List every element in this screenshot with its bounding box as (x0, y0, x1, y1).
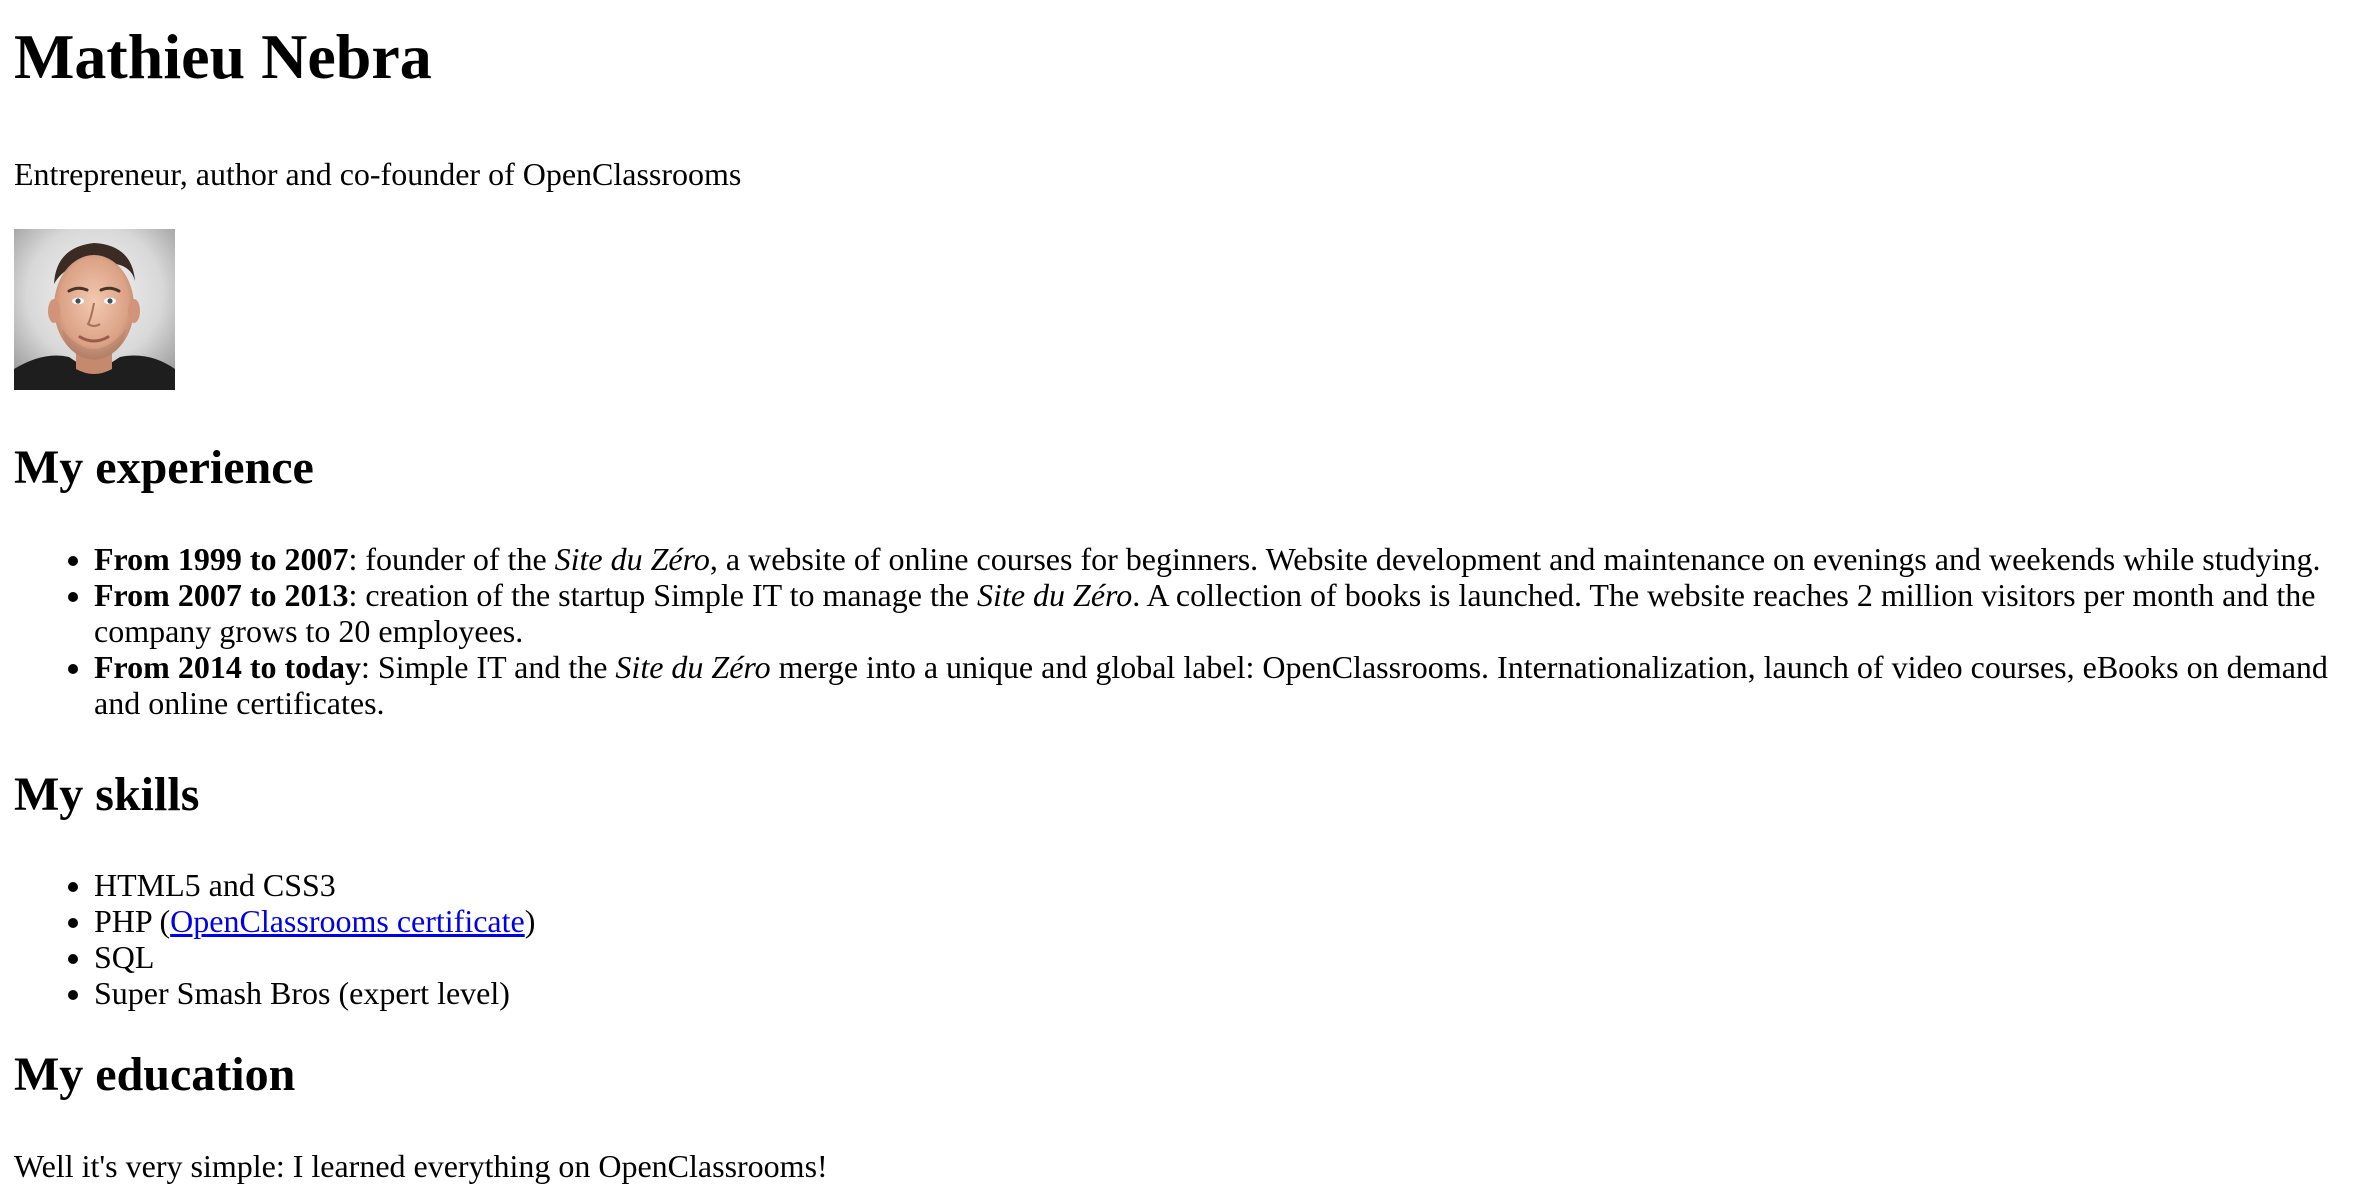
portrait-icon (14, 229, 175, 390)
skill-text: ) (524, 903, 536, 939)
skills-heading: My skills (14, 768, 200, 821)
certificate-link[interactable]: OpenClassrooms certificate (170, 903, 525, 939)
experience-text: : founder of the (348, 541, 555, 577)
experience-period: From 2007 to 2013 (94, 577, 349, 613)
skill-text: PHP ( (94, 903, 171, 939)
page: Mathieu Nebra Entrepreneur, author and c… (0, 20, 2360, 1184)
profile-photo (14, 229, 175, 390)
list-item: PHP (OpenClassrooms certificate) (94, 903, 2346, 939)
list-item: From 2014 to today: Simple IT and the Si… (94, 649, 2346, 721)
list-item: Super Smash Bros (expert level) (94, 975, 2346, 1011)
experience-period: From 2014 to today (94, 649, 361, 685)
site-name: Site du Zéro (554, 541, 710, 577)
experience-heading: My experience (14, 441, 314, 494)
education-heading: My education (14, 1048, 296, 1101)
experience-text: : creation of the startup Simple IT to m… (348, 577, 978, 613)
site-name: Site du Zéro (615, 649, 771, 685)
experience-period: From 1999 to 2007 (94, 541, 349, 577)
site-name: Site du Zéro (977, 577, 1133, 613)
experience-list: From 1999 to 2007: founder of the Site d… (14, 541, 2346, 721)
experience-text: : Simple IT and the (360, 649, 616, 685)
tagline: Entrepreneur, author and co-founder of O… (14, 156, 742, 192)
list-item: From 2007 to 2013: creation of the start… (94, 577, 2346, 649)
page-title: Mathieu Nebra (14, 21, 432, 92)
skills-list: HTML5 and CSS3 PHP (OpenClassrooms certi… (14, 867, 2346, 1011)
experience-text: , a website of online courses for beginn… (709, 541, 2321, 577)
education-text: Well it's very simple: I learned everyth… (14, 1148, 828, 1184)
list-item: SQL (94, 939, 2346, 975)
list-item: From 1999 to 2007: founder of the Site d… (94, 541, 2346, 577)
list-item: HTML5 and CSS3 (94, 867, 2346, 903)
